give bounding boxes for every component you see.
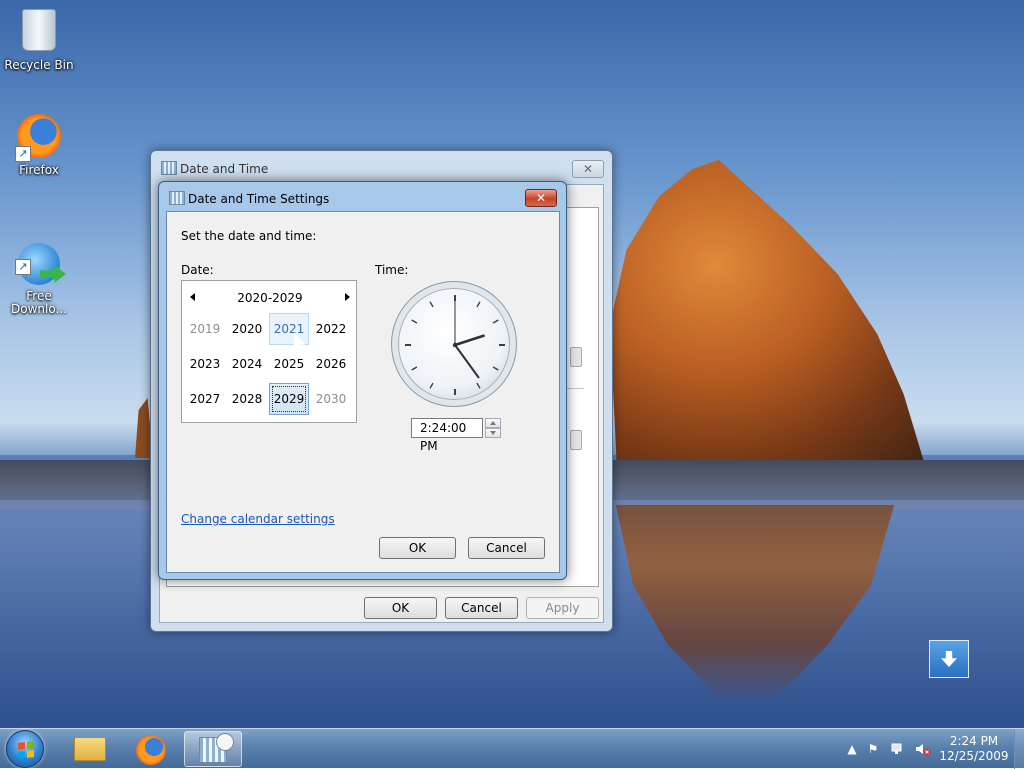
window-title: Date and Time xyxy=(180,162,269,176)
clock-tick xyxy=(476,301,481,308)
clock-center xyxy=(452,342,458,348)
divider xyxy=(566,388,584,389)
year-cell[interactable]: 2026 xyxy=(311,348,351,380)
recycle-bin-icon xyxy=(15,9,63,57)
time-input[interactable]: 2:24:00 PM xyxy=(411,418,483,453)
ok-button[interactable]: OK xyxy=(364,597,437,619)
desktop-icon-label: Recycle Bin xyxy=(4,58,74,72)
folder-icon xyxy=(74,737,106,761)
year-cell[interactable]: 2021 xyxy=(269,313,309,345)
system-clock[interactable]: 2:24 PM 12/25/2009 xyxy=(938,734,1010,764)
windows-logo-icon xyxy=(18,741,34,759)
year-cell[interactable]: 2027 xyxy=(185,383,225,415)
clock-tick xyxy=(411,366,418,371)
calendar-control: 2020-2029 2019 2020 2021 2022 2023 2024 2025 20… xyxy=(181,280,357,423)
dialog-body: Set the date and time: Date: Time: 2020-… xyxy=(166,211,560,573)
clock-time: 2:24 PM xyxy=(949,734,999,748)
shortcut-arrow-icon: ↗ xyxy=(15,259,31,275)
action-center-flag-icon[interactable]: ⚑ xyxy=(866,742,880,756)
download-icon: ↗ xyxy=(15,227,63,285)
calendar-clock-icon xyxy=(199,733,234,763)
firefox-icon: ↗ xyxy=(15,114,63,162)
close-button[interactable]: ✕ xyxy=(525,189,557,207)
change-calendar-settings-link[interactable]: Change calendar settings xyxy=(181,512,335,526)
clock-hour-hand xyxy=(453,334,485,347)
desktop-icon-label: Firefox xyxy=(19,163,59,177)
desktop-icon-free-download[interactable]: ↗ Free Downlo... xyxy=(2,214,76,316)
calendar-header: 2020-2029 xyxy=(182,289,358,307)
close-button[interactable]: ✕ xyxy=(572,160,604,178)
taskbar-firefox-button[interactable] xyxy=(122,731,180,767)
year-cell[interactable]: 2028 xyxy=(227,383,267,415)
previous-decade-arrow-icon[interactable] xyxy=(190,293,195,301)
show-desktop-button[interactable] xyxy=(1014,729,1024,769)
ok-button[interactable]: OK xyxy=(379,537,456,559)
year-cell[interactable]: 2020 xyxy=(227,313,267,345)
date-label: Date: xyxy=(181,263,214,277)
clock-tick xyxy=(476,382,481,389)
window-title: Date and Time Settings xyxy=(188,192,330,206)
rock-formation xyxy=(609,160,924,460)
hidden-button xyxy=(570,430,582,450)
year-cell[interactable]: 2023 xyxy=(185,348,225,380)
year-cell[interactable]: 2025 xyxy=(269,348,309,380)
hidden-button xyxy=(570,347,582,367)
clock-date: 12/25/2009 xyxy=(939,749,1009,763)
volume-muted-icon[interactable] xyxy=(915,742,931,756)
download-arrow-widget[interactable] xyxy=(929,640,969,678)
taskbar-date-time-button[interactable] xyxy=(184,731,242,767)
year-cell[interactable]: 2030 xyxy=(311,383,351,415)
cancel-button[interactable]: Cancel xyxy=(468,537,545,559)
date-and-time-settings-window: Date and Time Settings ✕ Set the date an… xyxy=(158,181,567,580)
start-button[interactable] xyxy=(6,730,44,768)
clock-minute-hand xyxy=(454,344,480,379)
year-cell[interactable]: 2024 xyxy=(227,348,267,380)
clock-tick xyxy=(492,319,499,324)
desktop-icon-recycle-bin[interactable]: Recycle Bin xyxy=(2,6,76,72)
clock-tick xyxy=(429,301,434,308)
firefox-icon xyxy=(136,735,166,765)
title-bar[interactable]: Date and Time Settings ✕ xyxy=(159,182,566,211)
cancel-button[interactable]: Cancel xyxy=(445,597,518,619)
shortcut-arrow-icon: ↗ xyxy=(15,146,31,162)
calendar-clock-icon xyxy=(161,161,177,175)
set-date-time-heading: Set the date and time: xyxy=(181,229,317,243)
decade-title[interactable]: 2020-2029 xyxy=(222,291,318,305)
next-decade-arrow-icon[interactable] xyxy=(345,293,350,301)
calendar-clock-icon xyxy=(169,191,185,205)
time-up-arrow-icon[interactable] xyxy=(485,418,501,428)
year-cell[interactable]: 2019 xyxy=(185,313,225,345)
apply-button[interactable]: Apply xyxy=(526,597,599,619)
analog-clock xyxy=(391,281,517,407)
time-label: Time: xyxy=(375,263,409,277)
title-bar[interactable]: Date and Time ✕ xyxy=(151,151,612,184)
clock-face-icon xyxy=(405,295,505,395)
network-icon[interactable] xyxy=(891,742,905,756)
year-cell[interactable]: 2022 xyxy=(311,313,351,345)
show-hidden-icons-icon[interactable]: ▲ xyxy=(845,742,859,756)
desktop-icon-firefox[interactable]: ↗ Firefox xyxy=(2,112,76,177)
clock-tick xyxy=(411,319,418,324)
year-cell[interactable]: 2029 xyxy=(269,383,309,415)
taskbar-explorer-button[interactable] xyxy=(60,731,118,767)
clock-tick xyxy=(429,382,434,389)
clock-tick xyxy=(492,366,499,371)
taskbar: ▲ ⚑ 2:24 PM 12/25/2009 xyxy=(0,728,1024,769)
time-down-arrow-icon[interactable] xyxy=(485,428,501,438)
